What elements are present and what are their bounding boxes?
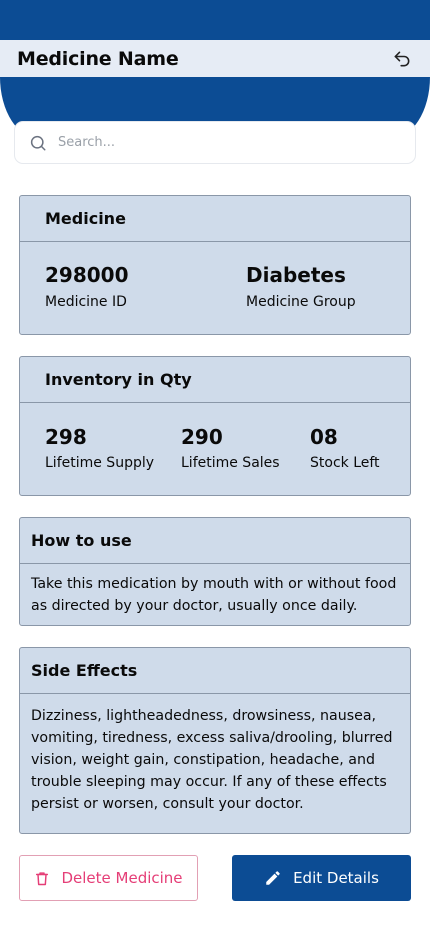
- side-effects-text: Dizziness, lightheadedness, drowsiness, …: [31, 708, 393, 812]
- side-effects-card: Side Effects Dizziness, lightheadedness,…: [19, 647, 411, 834]
- medicine-card: Medicine 298000 Medicine ID Diabetes Med…: [19, 195, 411, 335]
- search-box[interactable]: [14, 121, 416, 164]
- page-title: Medicine Name: [17, 47, 179, 70]
- delete-medicine-label: Delete Medicine: [61, 869, 183, 887]
- lifetime-supply-value: 298: [45, 425, 87, 449]
- pencil-icon: [264, 869, 282, 887]
- stock-left-label: Stock Left: [310, 455, 380, 471]
- edit-details-label: Edit Details: [293, 869, 379, 887]
- lifetime-sales-label: Lifetime Sales: [181, 455, 280, 471]
- undo-icon[interactable]: [392, 49, 412, 69]
- medicine-card-body: 298000 Medicine ID Diabetes Medicine Gro…: [20, 242, 410, 334]
- inventory-card-body: 298 Lifetime Supply 290 Lifetime Sales 0…: [20, 403, 410, 495]
- medicine-id-label: Medicine ID: [45, 294, 127, 310]
- header-bar: Medicine Name: [0, 40, 430, 77]
- edit-details-button[interactable]: Edit Details: [232, 855, 411, 901]
- search-input[interactable]: [58, 135, 358, 150]
- stock-left-value: 08: [310, 425, 338, 449]
- inventory-card: Inventory in Qty 298 Lifetime Supply 290…: [19, 356, 411, 496]
- medicine-group-value: Diabetes: [246, 263, 346, 287]
- trash-icon: [34, 870, 50, 887]
- medicine-id-value: 298000: [45, 263, 129, 287]
- how-to-use-text: Take this medication by mouth with or wi…: [31, 576, 397, 614]
- search-icon: [29, 134, 47, 152]
- side-effects-title: Side Effects: [20, 648, 410, 694]
- lifetime-supply-label: Lifetime Supply: [45, 455, 155, 471]
- medicine-card-title: Medicine: [20, 196, 410, 242]
- how-to-use-card: How to use Take this medication by mouth…: [19, 517, 411, 626]
- inventory-card-title: Inventory in Qty: [20, 357, 410, 403]
- lifetime-sales-value: 290: [181, 425, 223, 449]
- delete-medicine-button[interactable]: Delete Medicine: [19, 855, 198, 901]
- top-status-band: [0, 0, 430, 40]
- medicine-group-label: Medicine Group: [246, 294, 356, 310]
- how-to-use-title: How to use: [20, 518, 410, 564]
